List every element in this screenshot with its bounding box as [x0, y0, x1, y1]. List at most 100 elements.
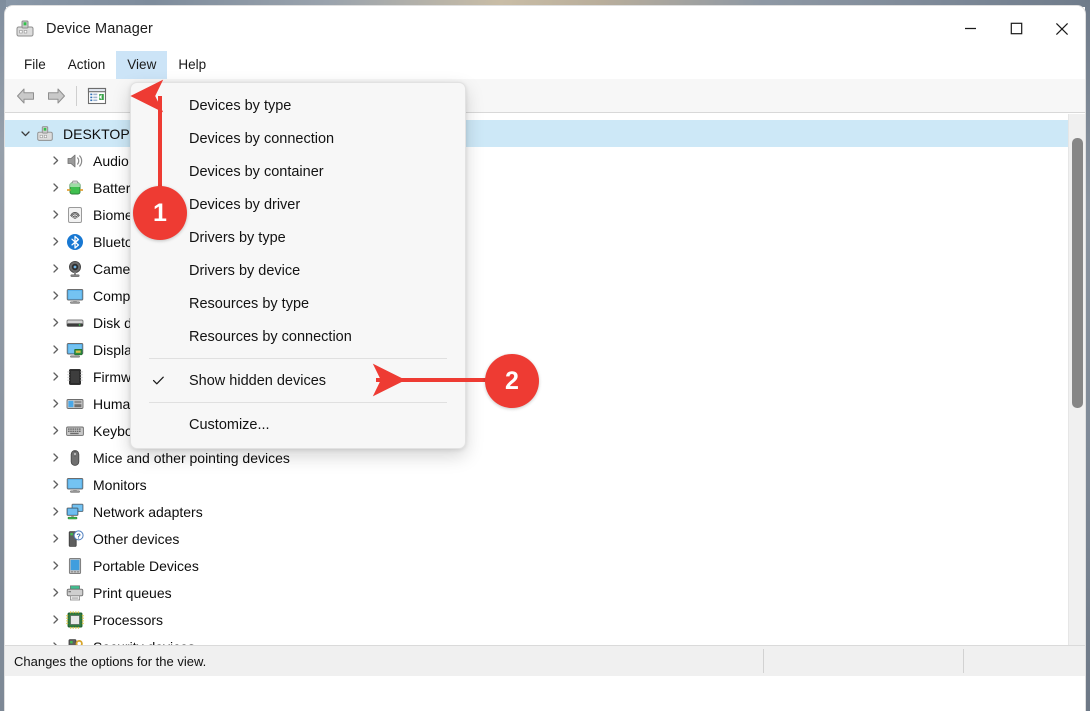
- chevron-right-icon[interactable]: [47, 261, 63, 277]
- close-button[interactable]: [1039, 6, 1085, 51]
- radio-selected-icon: [149, 89, 167, 122]
- printer-icon: [65, 583, 85, 603]
- view-dropdown-menu[interactable]: Devices by type Devices by connection De…: [130, 82, 466, 449]
- toolbar-separator: [76, 86, 77, 106]
- tree-item-label: Portable Devices: [93, 559, 199, 573]
- show-console-tree-button[interactable]: [82, 82, 112, 110]
- vertical-scrollbar[interactable]: [1068, 114, 1085, 645]
- title-bar: Device Manager: [5, 6, 1085, 51]
- menu-help[interactable]: Help: [167, 51, 217, 79]
- menu-bar: File Action View Help: [5, 51, 1085, 79]
- checkmark-icon: [149, 364, 167, 397]
- network-adapter-icon: [65, 502, 85, 522]
- tree-item-label: Network adapters: [93, 505, 203, 519]
- chevron-right-icon[interactable]: [47, 504, 63, 520]
- bluetooth-icon: [65, 232, 85, 252]
- menu-file[interactable]: File: [13, 51, 57, 79]
- menu-item-label: Resources by type: [189, 296, 309, 312]
- window-title: Device Manager: [46, 21, 153, 37]
- tree-item-label: Mice and other pointing devices: [93, 451, 290, 465]
- tree-item-monitors[interactable]: Monitors: [5, 471, 1068, 498]
- menu-view[interactable]: View: [116, 51, 167, 79]
- computer-icon: [35, 124, 55, 144]
- chevron-right-icon[interactable]: [47, 315, 63, 331]
- chevron-right-icon[interactable]: [47, 558, 63, 574]
- chevron-down-icon[interactable]: [17, 126, 33, 142]
- mouse-icon: [65, 448, 85, 468]
- chevron-right-icon[interactable]: [47, 153, 63, 169]
- menu-item-label: Devices by container: [189, 164, 324, 180]
- window-controls: [947, 6, 1085, 51]
- tree-item-label: Monitors: [93, 478, 147, 492]
- camera-icon: [65, 259, 85, 279]
- menu-item-drivers-by-type[interactable]: Drivers by type: [131, 221, 465, 254]
- battery-icon: [65, 178, 85, 198]
- minimize-button[interactable]: [947, 6, 993, 51]
- menu-item-drivers-by-device[interactable]: Drivers by device: [131, 254, 465, 287]
- portable-device-icon: [65, 556, 85, 576]
- processor-icon: [65, 610, 85, 630]
- menu-item-label: Devices by connection: [189, 131, 334, 147]
- display-adapter-icon: [65, 340, 85, 360]
- menu-item-label: Customize...: [189, 417, 270, 433]
- status-divider-2: [963, 649, 964, 673]
- menu-item-devices-by-connection[interactable]: Devices by connection: [131, 122, 465, 155]
- tree-item-processors[interactable]: Processors: [5, 606, 1068, 633]
- chevron-right-icon[interactable]: [47, 477, 63, 493]
- monitor-icon: [65, 475, 85, 495]
- menu-item-show-hidden-devices[interactable]: Show hidden devices: [131, 364, 465, 397]
- menu-item-label: Show hidden devices: [189, 373, 326, 389]
- chevron-right-icon[interactable]: [47, 450, 63, 466]
- chevron-right-icon[interactable]: [47, 612, 63, 628]
- menu-item-customize[interactable]: Customize...: [131, 408, 465, 441]
- menu-item-devices-by-driver[interactable]: Devices by driver: [131, 188, 465, 221]
- menu-item-label: Devices by driver: [189, 197, 300, 213]
- disk-drive-icon: [65, 313, 85, 333]
- tree-item-security-devices[interactable]: Security devices: [5, 633, 1068, 645]
- tree-item-label: Processors: [93, 613, 163, 627]
- chevron-right-icon[interactable]: [47, 396, 63, 412]
- menu-item-resources-by-type[interactable]: Resources by type: [131, 287, 465, 320]
- chevron-right-icon[interactable]: [47, 531, 63, 547]
- monitor-icon: [65, 286, 85, 306]
- menu-separator-1: [149, 358, 447, 359]
- tree-root-label: DESKTOP: [63, 127, 130, 141]
- menu-item-label: Drivers by device: [189, 263, 300, 279]
- other-devices-icon: ?: [65, 529, 85, 549]
- chevron-right-icon[interactable]: [47, 423, 63, 439]
- device-manager-icon: [14, 18, 36, 40]
- chevron-right-icon[interactable]: [47, 585, 63, 601]
- tree-item-network-adapters[interactable]: Network adapters: [5, 498, 1068, 525]
- forward-button[interactable]: [41, 82, 71, 110]
- chevron-right-icon[interactable]: [47, 369, 63, 385]
- menu-item-label: Resources by connection: [189, 329, 352, 345]
- status-bar: Changes the options for the view.: [5, 645, 1085, 676]
- chevron-right-icon[interactable]: [47, 288, 63, 304]
- tree-item-label: Print queues: [93, 586, 172, 600]
- tree-item-other-devices[interactable]: ? Other devices: [5, 525, 1068, 552]
- menu-item-label: Devices by type: [189, 98, 291, 114]
- scrollbar-thumb[interactable]: [1072, 138, 1083, 408]
- menu-item-devices-by-type[interactable]: Devices by type: [131, 89, 465, 122]
- menu-item-resources-by-connection[interactable]: Resources by connection: [131, 320, 465, 353]
- keyboard-icon: [65, 421, 85, 441]
- tree-item-portable-devices[interactable]: Portable Devices: [5, 552, 1068, 579]
- hid-icon: [65, 394, 85, 414]
- chevron-right-icon[interactable]: [47, 234, 63, 250]
- menu-item-devices-by-container[interactable]: Devices by container: [131, 155, 465, 188]
- back-button[interactable]: [11, 82, 41, 110]
- menu-separator-2: [149, 402, 447, 403]
- menu-action[interactable]: Action: [57, 51, 117, 79]
- maximize-button[interactable]: [993, 6, 1039, 51]
- speaker-icon: [65, 151, 85, 171]
- chevron-right-icon[interactable]: [47, 342, 63, 358]
- firmware-chip-icon: [65, 367, 85, 387]
- tree-item-print-queues[interactable]: Print queues: [5, 579, 1068, 606]
- menu-item-label: Drivers by type: [189, 230, 286, 246]
- chevron-right-icon[interactable]: [47, 207, 63, 223]
- status-divider-1: [763, 649, 764, 673]
- fingerprint-icon: [65, 205, 85, 225]
- tree-item-label: Other devices: [93, 532, 179, 546]
- security-device-icon: [65, 637, 85, 646]
- chevron-right-icon[interactable]: [47, 180, 63, 196]
